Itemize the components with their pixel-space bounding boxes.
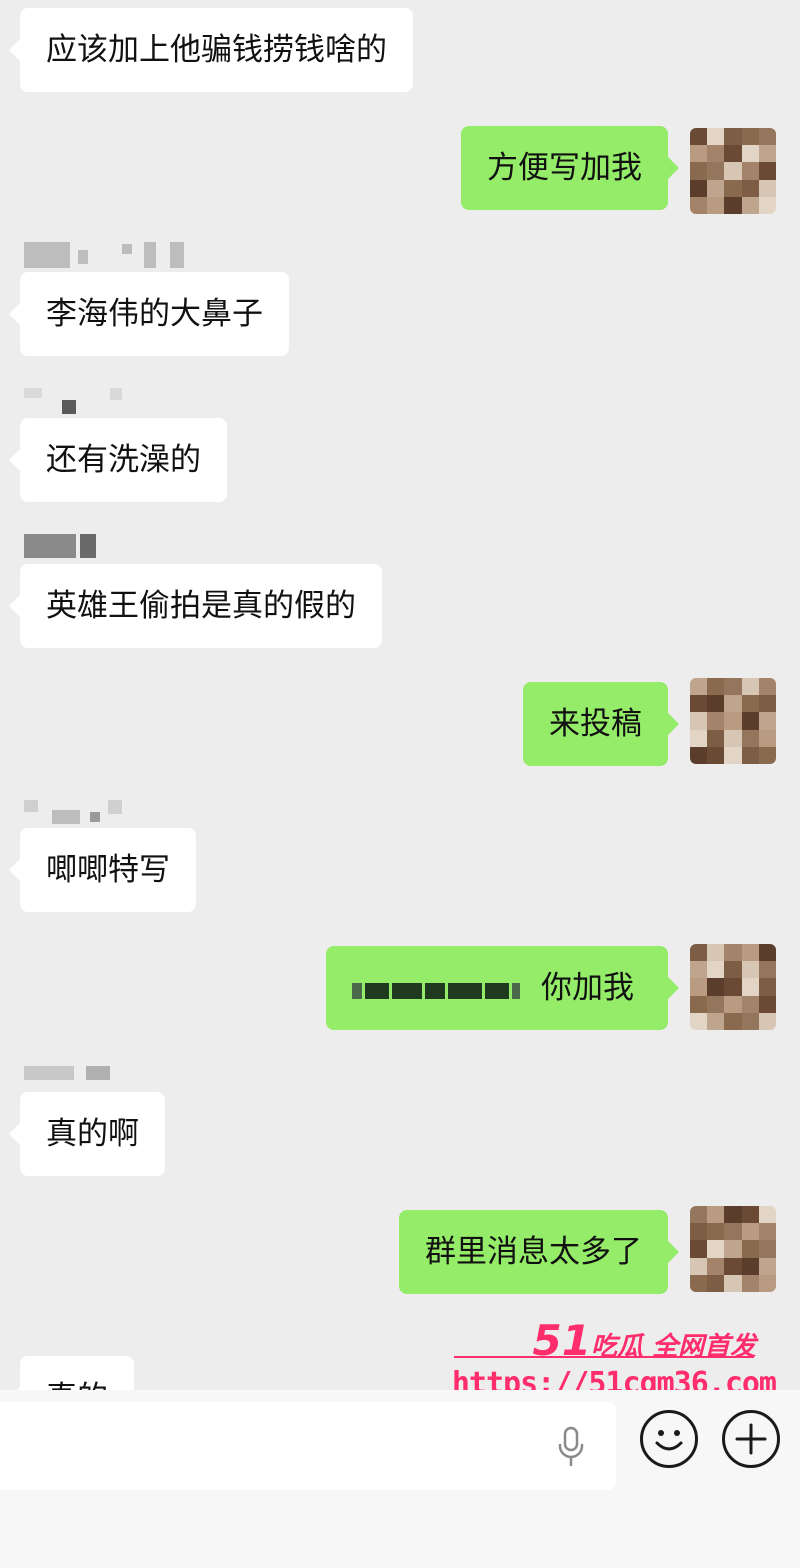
message-input[interactable] [0,1402,616,1490]
message-bubble-incoming[interactable]: 李海伟的大鼻子 [9,272,289,356]
sender-name-redacted [24,242,184,268]
message-bubble-incoming[interactable]: 唧唧特写 [9,828,196,912]
user-avatar[interactable] [690,944,776,1030]
message-bubble-incoming[interactable]: 还有洗澡的 [9,418,227,502]
smiley-icon [655,1430,683,1451]
message-bubble-incoming[interactable]: 应该加上他骗钱捞钱啥的 [9,8,413,92]
redacted-contact [352,948,523,1032]
watermark-url: https://51cgm36.com [451,1366,777,1390]
message-text: 你加我 [541,970,634,1006]
more-button[interactable] [722,1410,780,1468]
sender-name-redacted [24,388,124,414]
sender-name-redacted [24,800,124,826]
user-avatar[interactable] [690,678,776,764]
message-bubble-outgoing[interactable]: 来投稿 [523,682,679,766]
message-bubble-outgoing[interactable]: 方便写加我 [461,126,679,210]
watermark-divider [454,1356,754,1358]
emoji-button[interactable] [640,1410,698,1468]
input-bar [0,1390,800,1568]
plus-icon [735,1423,767,1455]
message-bubble-outgoing[interactable]: 你加我 [326,946,679,1032]
watermark: 51吃瓜 全网首发 https://51cgm36.com [450,1310,780,1390]
user-avatar[interactable] [690,1206,776,1292]
user-avatar[interactable] [690,128,776,214]
message-bubble-incoming[interactable]: 英雄王偷拍是真的假的 [9,564,382,648]
sender-name-redacted [24,1066,114,1092]
microphone-icon[interactable] [556,1426,586,1468]
message-bubble-incoming[interactable]: 真的啊 [9,1092,165,1176]
message-bubble-incoming[interactable]: 真的 [9,1356,134,1390]
message-bubble-outgoing[interactable]: 群里消息太多了 [399,1210,679,1294]
chat-area[interactable]: 应该加上他骗钱捞钱啥的 方便写加我 李海伟的大鼻子 还有洗澡的 英雄王偷拍是真的… [0,0,800,1390]
sender-name-redacted [24,534,98,560]
